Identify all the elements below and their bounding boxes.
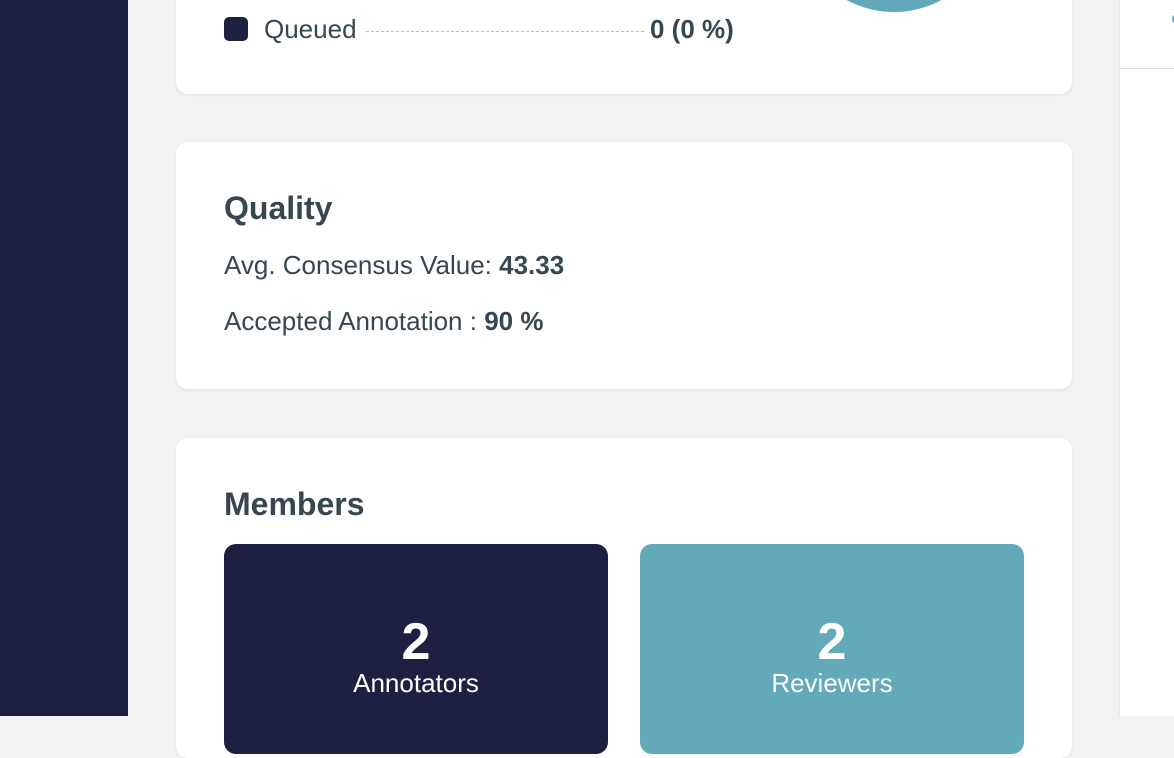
legend-item-queued: Queued 0 (0 %) bbox=[224, 12, 734, 44]
accepted-annotation-metric: Accepted Annotation : 90 % bbox=[224, 306, 543, 337]
accepted-annotation-label: Accepted Annotation : bbox=[224, 306, 477, 336]
members-title: Members bbox=[224, 486, 365, 522]
legend-label: Queued bbox=[264, 14, 357, 44]
task-status-card: Queued 0 (0 %) bbox=[176, 0, 1072, 94]
panel-divider bbox=[1120, 68, 1174, 69]
legend-swatch-queued bbox=[224, 17, 248, 41]
annotators-tile[interactable]: 2 Annotators bbox=[224, 544, 608, 754]
accepted-annotation-value: 90 % bbox=[484, 306, 544, 336]
avg-consensus-metric: Avg. Consensus Value: 43.33 bbox=[224, 250, 564, 281]
reviewers-tile[interactable]: 2 Reviewers bbox=[640, 544, 1024, 754]
quality-title: Quality bbox=[224, 190, 333, 226]
status-pie-chart bbox=[846, 0, 942, 12]
avg-consensus-label: Avg. Consensus Value: bbox=[224, 250, 492, 280]
members-card: Members 2 Annotators 2 Reviewers bbox=[176, 438, 1072, 758]
legend-value: 0 (0 %) bbox=[650, 14, 734, 44]
avg-consensus-value: 43.33 bbox=[499, 250, 565, 280]
legend-leader-line bbox=[366, 31, 644, 32]
annotators-count: 2 bbox=[401, 613, 431, 671]
annotators-label: Annotators bbox=[353, 668, 479, 698]
right-panel bbox=[1119, 0, 1174, 716]
reviewers-label: Reviewers bbox=[771, 668, 893, 698]
quality-card: Quality Avg. Consensus Value: 43.33 Acce… bbox=[176, 142, 1072, 389]
sidebar bbox=[0, 0, 128, 716]
reviewers-count: 2 bbox=[817, 613, 847, 671]
